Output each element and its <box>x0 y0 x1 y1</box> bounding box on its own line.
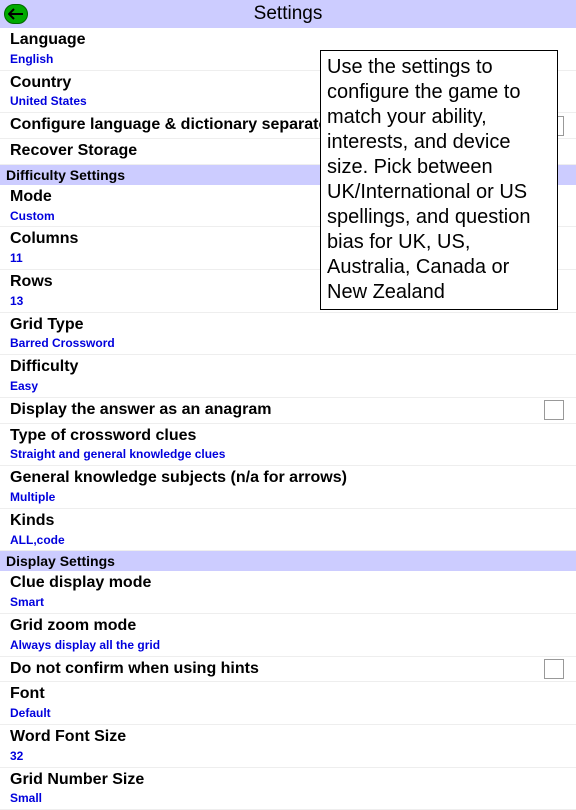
header-bar: Settings <box>0 0 576 28</box>
row-content: Display the answer as an anagram <box>10 400 544 421</box>
row-content: KindsALL,code <box>10 511 566 549</box>
row-content: Grid Number SizeSmall <box>10 770 566 808</box>
row-value: Barred Crossword <box>10 335 566 352</box>
settings-row[interactable]: Do not confirm when using hints <box>0 657 576 683</box>
section-header: Display Settings <box>0 551 576 571</box>
row-label: Grid Type <box>10 315 566 336</box>
row-label: General knowledge subjects (n/a for arro… <box>10 468 566 489</box>
row-value: Easy <box>10 378 566 395</box>
row-label: Display the answer as an anagram <box>10 400 544 421</box>
row-label: Language <box>10 30 566 51</box>
row-value: ALL,code <box>10 532 566 549</box>
row-content: Grid zoom modeAlways display all the gri… <box>10 616 566 654</box>
row-value: Small <box>10 790 566 807</box>
checkbox[interactable] <box>544 659 564 679</box>
row-label: Grid Number Size <box>10 770 566 791</box>
settings-row[interactable]: DifficultyEasy <box>0 355 576 398</box>
settings-row[interactable]: Grid zoom modeAlways display all the gri… <box>0 614 576 657</box>
row-label: Clue display mode <box>10 573 566 594</box>
row-value: Default <box>10 705 566 722</box>
row-content: Grid TypeBarred Crossword <box>10 315 566 353</box>
help-tooltip: Use the settings to configure the game t… <box>320 50 558 310</box>
settings-row[interactable]: Display the answer as an anagram <box>0 398 576 424</box>
row-content: DifficultyEasy <box>10 357 566 395</box>
row-label: Font <box>10 684 566 705</box>
row-content: FontDefault <box>10 684 566 722</box>
row-label: Type of crossword clues <box>10 426 566 447</box>
settings-row[interactable]: Grid TypeBarred Crossword <box>0 313 576 356</box>
back-arrow-icon <box>8 8 24 20</box>
row-label: Difficulty <box>10 357 566 378</box>
row-label: Grid zoom mode <box>10 616 566 637</box>
settings-row[interactable]: FontDefault <box>0 682 576 725</box>
page-title: Settings <box>254 3 323 25</box>
settings-row[interactable]: Grid Number SizeSmall <box>0 768 576 810</box>
checkbox[interactable] <box>544 400 564 420</box>
row-label: Kinds <box>10 511 566 532</box>
row-value: Straight and general knowledge clues <box>10 446 566 463</box>
row-label: Do not confirm when using hints <box>10 659 544 680</box>
row-value: Always display all the grid <box>10 637 566 654</box>
settings-row[interactable]: KindsALL,code <box>0 509 576 552</box>
row-content: Word Font Size32 <box>10 727 566 765</box>
row-content: Clue display modeSmart <box>10 573 566 611</box>
settings-row[interactable]: General knowledge subjects (n/a for arro… <box>0 466 576 509</box>
row-value: Smart <box>10 594 566 611</box>
row-value: Multiple <box>10 489 566 506</box>
row-content: Type of crossword cluesStraight and gene… <box>10 426 566 464</box>
settings-row[interactable]: Type of crossword cluesStraight and gene… <box>0 424 576 467</box>
row-value: 32 <box>10 748 566 765</box>
row-content: Do not confirm when using hints <box>10 659 544 680</box>
settings-row[interactable]: Clue display modeSmart <box>0 571 576 614</box>
settings-row[interactable]: Word Font Size32 <box>0 725 576 768</box>
row-label: Word Font Size <box>10 727 566 748</box>
back-button[interactable] <box>4 4 28 24</box>
row-content: General knowledge subjects (n/a for arro… <box>10 468 566 506</box>
